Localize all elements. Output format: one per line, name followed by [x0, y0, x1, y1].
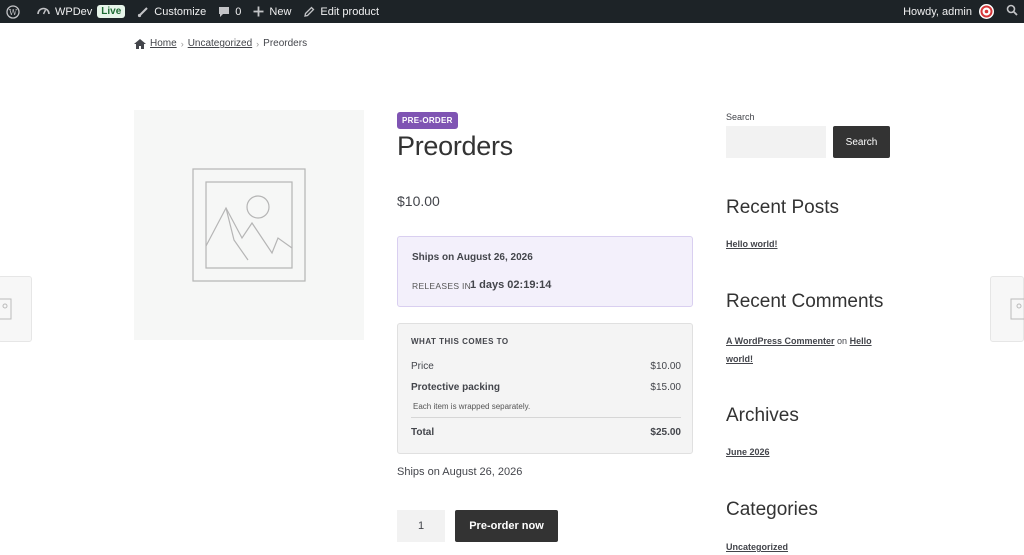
image-placeholder-icon	[1009, 297, 1024, 326]
search-input[interactable]	[726, 126, 826, 158]
customize-label: Customize	[154, 5, 207, 18]
recent-comments-title: Recent Comments	[726, 291, 884, 312]
image-placeholder-icon	[0, 297, 13, 326]
cost-row-value: $10.00	[650, 361, 681, 372]
edit-product-label: Edit product	[320, 5, 380, 18]
cost-row-price: Price $10.00	[411, 361, 681, 372]
search-label: Search	[726, 112, 755, 122]
comments-button[interactable]: 0	[212, 0, 247, 23]
preorder-badge: PRE-ORDER	[397, 112, 458, 129]
comment-on-text: on	[837, 336, 848, 346]
packing-note: Each item is wrapped separately.	[413, 402, 531, 411]
plus-icon	[253, 6, 264, 17]
search-button[interactable]: Search	[833, 126, 890, 158]
product-image[interactable]	[134, 110, 364, 340]
comment-bubble-icon	[218, 6, 230, 18]
howdy-label: Howdy, admin	[903, 5, 972, 18]
total-label: Total	[411, 427, 435, 438]
live-badge: Live	[97, 5, 126, 18]
cost-divider	[411, 417, 681, 418]
comments-count: 0	[235, 5, 242, 18]
release-info-box: Ships on August 26, 2026 RELEASES IN 1 d…	[397, 236, 693, 307]
quantity-input[interactable]	[397, 510, 445, 542]
cost-breakdown-box: WHAT THIS COMES TO Price $10.00 Protecti…	[397, 323, 693, 454]
new-content-button[interactable]: New	[247, 0, 297, 23]
product-title: Preorders	[397, 131, 513, 161]
svg-text:W: W	[9, 8, 18, 17]
recent-posts-title: Recent Posts	[726, 197, 839, 218]
categories-title: Categories	[726, 499, 818, 520]
ships-on-text: Ships on August 26, 2026	[397, 466, 523, 478]
comment-author-link[interactable]: A WordPress Commenter	[726, 336, 835, 346]
paintbrush-icon	[137, 6, 149, 18]
avatar	[979, 4, 994, 19]
total-value: $25.00	[650, 427, 681, 438]
edit-product-button[interactable]: Edit product	[297, 0, 385, 23]
breadcrumb-category-link[interactable]: Uncategorized	[188, 38, 252, 49]
preorder-button[interactable]: Pre-order now	[455, 510, 558, 542]
admin-bar: W WPDev Live Customize 0 New Edit produc…	[0, 0, 1024, 23]
customize-button[interactable]: Customize	[131, 0, 212, 23]
recent-post-link[interactable]: Hello world!	[726, 239, 778, 249]
ship-date: Ships on August 26, 2026	[412, 252, 533, 263]
archives-title: Archives	[726, 405, 799, 426]
breadcrumb-home-link[interactable]: Home	[150, 38, 177, 49]
category-link[interactable]: Uncategorized	[726, 542, 788, 552]
search-icon	[1006, 4, 1018, 19]
cost-row-label: Price	[411, 361, 434, 372]
new-label: New	[269, 5, 292, 18]
dashboard-icon	[37, 5, 50, 18]
site-name: WPDev	[55, 5, 93, 18]
next-product-link[interactable]	[990, 276, 1024, 342]
cost-row-value: $15.00	[650, 382, 681, 393]
breadcrumb-current: Preorders	[263, 38, 308, 49]
home-icon	[134, 38, 146, 49]
product-price: $10.00	[397, 193, 440, 209]
wordpress-logo-icon: W	[6, 4, 20, 19]
releases-in-label: RELEASES IN	[412, 281, 472, 291]
breadcrumb-separator: ›	[180, 38, 184, 49]
breadcrumb: Home › Uncategorized › Preorders	[134, 38, 307, 49]
site-name-button[interactable]: WPDev Live	[31, 0, 131, 23]
cost-breakdown-heading: WHAT THIS COMES TO	[411, 337, 509, 346]
image-placeholder-icon	[192, 168, 306, 287]
breadcrumb-separator: ›	[256, 38, 260, 49]
cost-row-label: Protective packing	[411, 382, 500, 393]
release-countdown: 1 days 02:19:14	[470, 279, 552, 291]
archive-link[interactable]: June 2026	[726, 447, 770, 457]
wordpress-logo-button[interactable]: W	[0, 0, 31, 23]
pencil-icon	[303, 6, 315, 18]
previous-product-link[interactable]	[0, 276, 32, 342]
cost-row-total: Total $25.00	[411, 427, 681, 438]
cost-row-packing: Protective packing $15.00	[411, 382, 681, 393]
my-account-button[interactable]: Howdy, admin	[897, 0, 1000, 23]
recent-comment-item: A WordPress Commenter on Hello world!	[726, 332, 896, 368]
admin-search-button[interactable]	[1000, 0, 1024, 23]
